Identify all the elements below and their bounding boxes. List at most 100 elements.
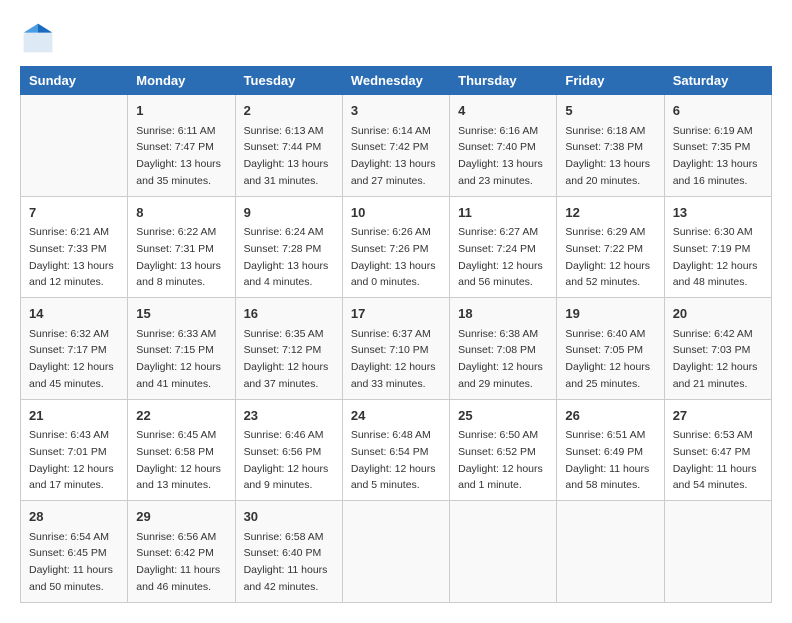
day-cell: 19 Sunrise: 6:40 AM Sunset: 7:05 PM Dayli… xyxy=(557,298,664,400)
week-row-5: 28Sunrise: 6:54 AM Sunset: 6:45 PM Dayli… xyxy=(21,501,772,603)
day-number: 2 xyxy=(244,101,334,121)
calendar-header: SundayMondayTuesdayWednesdayThursdayFrid… xyxy=(21,67,772,95)
day-number: 4 xyxy=(458,101,548,121)
header-cell-thursday: Thursday xyxy=(450,67,557,95)
header-cell-wednesday: Wednesday xyxy=(342,67,449,95)
logo xyxy=(20,20,60,56)
day-number: 25 xyxy=(458,406,548,426)
day-number: 13 xyxy=(673,203,763,223)
day-info: Sunrise: 6:19 AM Sunset: 7:35 PM Dayligh… xyxy=(673,125,758,187)
day-number: 1 xyxy=(136,101,226,121)
day-number: 21 xyxy=(29,406,119,426)
day-cell: 9 Sunrise: 6:24 AM Sunset: 7:28 PM Daylig… xyxy=(235,196,342,298)
day-info: Sunrise: 6:30 AM Sunset: 7:19 PM Dayligh… xyxy=(673,226,758,288)
day-info: Sunrise: 6:22 AM Sunset: 7:31 PM Dayligh… xyxy=(136,226,221,288)
day-number: 22 xyxy=(136,406,226,426)
day-info: Sunrise: 6:42 AM Sunset: 7:03 PM Dayligh… xyxy=(673,328,758,390)
day-cell: 2 Sunrise: 6:13 AM Sunset: 7:44 PM Daylig… xyxy=(235,95,342,197)
day-info: Sunrise: 6:16 AM Sunset: 7:40 PM Dayligh… xyxy=(458,125,543,187)
day-cell: 8 Sunrise: 6:22 AM Sunset: 7:31 PM Daylig… xyxy=(128,196,235,298)
day-cell: 18Sunrise: 6:38 AM Sunset: 7:08 PM Dayli… xyxy=(450,298,557,400)
day-cell: 15 Sunrise: 6:33 AM Sunset: 7:15 PM Dayli… xyxy=(128,298,235,400)
day-number: 30 xyxy=(244,507,334,527)
day-info: Sunrise: 6:14 AM Sunset: 7:42 PM Dayligh… xyxy=(351,125,436,187)
day-number: 11 xyxy=(458,203,548,223)
day-cell: 25 Sunrise: 6:50 AM Sunset: 6:52 PM Dayli… xyxy=(450,399,557,501)
day-number: 29 xyxy=(136,507,226,527)
day-number: 14 xyxy=(29,304,119,324)
day-number: 24 xyxy=(351,406,441,426)
header-cell-tuesday: Tuesday xyxy=(235,67,342,95)
calendar-table: SundayMondayTuesdayWednesdayThursdayFrid… xyxy=(20,66,772,603)
day-info: Sunrise: 6:11 AM Sunset: 7:47 PM Dayligh… xyxy=(136,125,221,187)
day-info: Sunrise: 6:29 AM Sunset: 7:22 PM Dayligh… xyxy=(565,226,650,288)
day-cell: 12Sunrise: 6:29 AM Sunset: 7:22 PM Dayli… xyxy=(557,196,664,298)
day-number: 15 xyxy=(136,304,226,324)
day-info: Sunrise: 6:48 AM Sunset: 6:54 PM Dayligh… xyxy=(351,429,436,491)
day-info: Sunrise: 6:13 AM Sunset: 7:44 PM Dayligh… xyxy=(244,125,329,187)
day-info: Sunrise: 6:51 AM Sunset: 6:49 PM Dayligh… xyxy=(565,429,649,491)
day-info: Sunrise: 6:32 AM Sunset: 7:17 PM Dayligh… xyxy=(29,328,114,390)
day-cell: 17 Sunrise: 6:37 AM Sunset: 7:10 PM Dayli… xyxy=(342,298,449,400)
day-info: Sunrise: 6:40 AM Sunset: 7:05 PM Dayligh… xyxy=(565,328,650,390)
day-cell xyxy=(450,501,557,603)
day-info: Sunrise: 6:33 AM Sunset: 7:15 PM Dayligh… xyxy=(136,328,221,390)
day-cell xyxy=(664,501,771,603)
week-row-4: 21 Sunrise: 6:43 AM Sunset: 7:01 PM Dayli… xyxy=(21,399,772,501)
day-cell: 14 Sunrise: 6:32 AM Sunset: 7:17 PM Dayli… xyxy=(21,298,128,400)
day-cell: 23 Sunrise: 6:46 AM Sunset: 6:56 PM Dayli… xyxy=(235,399,342,501)
day-info: Sunrise: 6:45 AM Sunset: 6:58 PM Dayligh… xyxy=(136,429,221,491)
week-row-3: 14 Sunrise: 6:32 AM Sunset: 7:17 PM Dayli… xyxy=(21,298,772,400)
day-cell: 10 Sunrise: 6:26 AM Sunset: 7:26 PM Dayli… xyxy=(342,196,449,298)
day-number: 5 xyxy=(565,101,655,121)
day-info: Sunrise: 6:46 AM Sunset: 6:56 PM Dayligh… xyxy=(244,429,329,491)
day-cell xyxy=(342,501,449,603)
day-cell: 28Sunrise: 6:54 AM Sunset: 6:45 PM Dayli… xyxy=(21,501,128,603)
day-number: 7 xyxy=(29,203,119,223)
day-number: 27 xyxy=(673,406,763,426)
day-number: 8 xyxy=(136,203,226,223)
day-cell: 21 Sunrise: 6:43 AM Sunset: 7:01 PM Dayli… xyxy=(21,399,128,501)
logo-icon xyxy=(20,20,56,56)
day-number: 26 xyxy=(565,406,655,426)
day-info: Sunrise: 6:37 AM Sunset: 7:10 PM Dayligh… xyxy=(351,328,436,390)
day-cell: 22 Sunrise: 6:45 AM Sunset: 6:58 PM Dayli… xyxy=(128,399,235,501)
day-cell: 4 Sunrise: 6:16 AM Sunset: 7:40 PM Daylig… xyxy=(450,95,557,197)
header-row: SundayMondayTuesdayWednesdayThursdayFrid… xyxy=(21,67,772,95)
day-info: Sunrise: 6:35 AM Sunset: 7:12 PM Dayligh… xyxy=(244,328,329,390)
day-info: Sunrise: 6:18 AM Sunset: 7:38 PM Dayligh… xyxy=(565,125,650,187)
day-cell: 27Sunrise: 6:53 AM Sunset: 6:47 PM Dayli… xyxy=(664,399,771,501)
day-cell: 1 Sunrise: 6:11 AM Sunset: 7:47 PM Daylig… xyxy=(128,95,235,197)
day-info: Sunrise: 6:58 AM Sunset: 6:40 PM Dayligh… xyxy=(244,531,328,593)
header-cell-monday: Monday xyxy=(128,67,235,95)
day-cell: 20 Sunrise: 6:42 AM Sunset: 7:03 PM Dayli… xyxy=(664,298,771,400)
day-number: 10 xyxy=(351,203,441,223)
day-info: Sunrise: 6:50 AM Sunset: 6:52 PM Dayligh… xyxy=(458,429,543,491)
day-number: 23 xyxy=(244,406,334,426)
day-cell xyxy=(557,501,664,603)
day-number: 6 xyxy=(673,101,763,121)
day-info: Sunrise: 6:56 AM Sunset: 6:42 PM Dayligh… xyxy=(136,531,220,593)
day-cell: 16 Sunrise: 6:35 AM Sunset: 7:12 PM Dayli… xyxy=(235,298,342,400)
header-cell-friday: Friday xyxy=(557,67,664,95)
day-number: 20 xyxy=(673,304,763,324)
week-row-2: 7 Sunrise: 6:21 AM Sunset: 7:33 PM Daylig… xyxy=(21,196,772,298)
day-cell: 26 Sunrise: 6:51 AM Sunset: 6:49 PM Dayli… xyxy=(557,399,664,501)
day-cell: 3 Sunrise: 6:14 AM Sunset: 7:42 PM Daylig… xyxy=(342,95,449,197)
calendar-body: 1 Sunrise: 6:11 AM Sunset: 7:47 PM Daylig… xyxy=(21,95,772,603)
day-info: Sunrise: 6:26 AM Sunset: 7:26 PM Dayligh… xyxy=(351,226,436,288)
day-number: 9 xyxy=(244,203,334,223)
day-number: 17 xyxy=(351,304,441,324)
day-cell: 29 Sunrise: 6:56 AM Sunset: 6:42 PM Dayli… xyxy=(128,501,235,603)
header-cell-sunday: Sunday xyxy=(21,67,128,95)
day-cell: 11Sunrise: 6:27 AM Sunset: 7:24 PM Dayli… xyxy=(450,196,557,298)
day-info: Sunrise: 6:21 AM Sunset: 7:33 PM Dayligh… xyxy=(29,226,114,288)
day-info: Sunrise: 6:38 AM Sunset: 7:08 PM Dayligh… xyxy=(458,328,543,390)
day-cell: 6 Sunrise: 6:19 AM Sunset: 7:35 PM Daylig… xyxy=(664,95,771,197)
day-number: 16 xyxy=(244,304,334,324)
day-info: Sunrise: 6:43 AM Sunset: 7:01 PM Dayligh… xyxy=(29,429,114,491)
day-number: 3 xyxy=(351,101,441,121)
header-cell-saturday: Saturday xyxy=(664,67,771,95)
day-number: 19 xyxy=(565,304,655,324)
day-info: Sunrise: 6:24 AM Sunset: 7:28 PM Dayligh… xyxy=(244,226,329,288)
